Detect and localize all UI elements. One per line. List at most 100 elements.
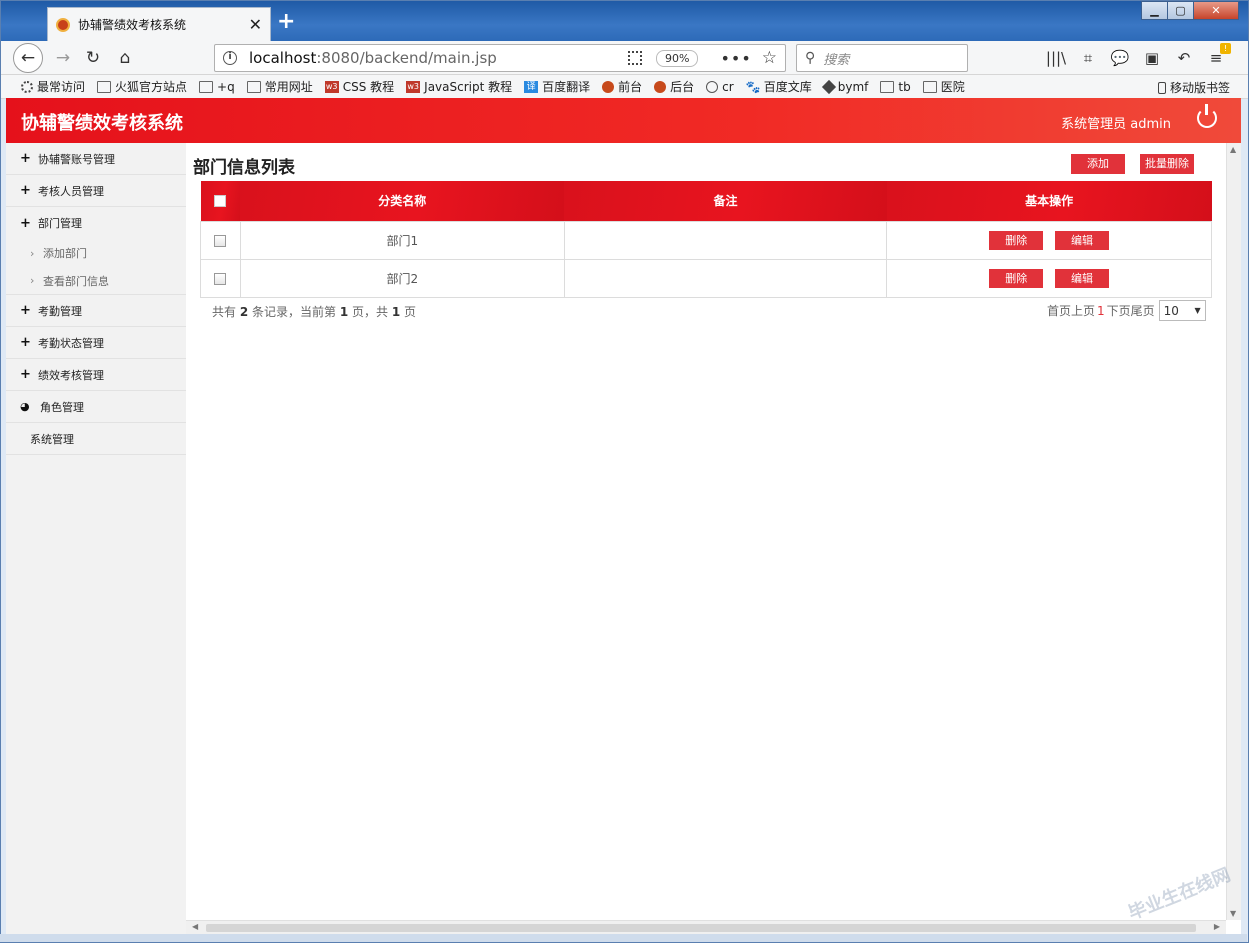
forward-icon[interactable]: →: [49, 45, 77, 71]
sidebar-item-department[interactable]: + 部门管理: [6, 207, 186, 239]
department-remark: [563, 258, 888, 298]
close-tab-icon[interactable]: ✕: [249, 15, 262, 34]
sidebar-subitem-view-department[interactable]: › 查看部门信息: [6, 267, 186, 295]
delete-button[interactable]: 删除: [989, 268, 1044, 288]
menu-icon[interactable]: ≡: [1205, 43, 1231, 71]
logout-power-icon[interactable]: [1197, 104, 1217, 128]
chat-icon[interactable]: 💬: [1109, 45, 1131, 71]
page-size-select[interactable]: 10 ▼: [1158, 300, 1206, 321]
page-actions-icon[interactable]: •••: [720, 49, 751, 68]
browser-tab[interactable]: 协辅警绩效考核系统 ✕: [47, 7, 271, 41]
sidebar-item-performance[interactable]: + 绩效考核管理: [6, 359, 186, 391]
delete-button[interactable]: 删除: [989, 230, 1044, 250]
back-icon[interactable]: ←: [13, 43, 43, 73]
screenshot-icon[interactable]: ⌗: [1077, 45, 1099, 71]
zoom-level[interactable]: 90%: [655, 49, 699, 67]
qr-code-icon[interactable]: [627, 51, 642, 65]
site-info-icon[interactable]: i: [223, 51, 237, 65]
search-placeholder: 搜索: [823, 52, 850, 68]
sidebar-item-attendance[interactable]: + 考勤管理: [6, 295, 186, 327]
sidebar-subitem-add-department[interactable]: › 添加部门: [6, 239, 186, 267]
current-page: 1: [339, 305, 349, 319]
site-favicon-icon: [56, 17, 70, 32]
bookmark-item[interactable]: 译百度翻译: [524, 78, 590, 95]
cube-icon: [821, 79, 836, 94]
reload-icon[interactable]: ↻: [79, 45, 107, 71]
maximize-icon[interactable]: ▢: [1167, 1, 1194, 20]
total-pages: 1: [391, 305, 401, 319]
scroll-thumb[interactable]: [206, 924, 1196, 932]
scroll-right-icon[interactable]: ▶: [1214, 922, 1220, 931]
bookmark-item[interactable]: 最常访问: [21, 78, 85, 95]
edit-button[interactable]: 编辑: [1055, 268, 1110, 288]
bookmark-item[interactable]: 🐾 百度文库: [746, 78, 812, 95]
bookmark-item[interactable]: +q: [199, 80, 235, 94]
column-header-remark: 备注: [564, 181, 887, 221]
search-icon: ⚲: [805, 50, 816, 66]
sidebar-item-roles[interactable]: ◕ 角色管理: [6, 391, 186, 423]
edit-button[interactable]: 编辑: [1055, 230, 1110, 250]
page-title: 部门信息列表: [193, 158, 295, 178]
row-actions: 删除 编辑: [886, 258, 1212, 298]
table-header-row: 分类名称 备注 基本操作: [200, 181, 1212, 221]
app-title: 协辅警绩效考核系统: [21, 113, 183, 134]
chevron-right-icon: ›: [30, 246, 35, 260]
sidebar-item-assessment-staff[interactable]: + 考核人员管理: [6, 175, 186, 207]
library-icon[interactable]: |||\: [1045, 45, 1067, 71]
gear-icon: [21, 80, 33, 93]
page-number[interactable]: 1: [1097, 304, 1105, 318]
red-icon: [654, 80, 667, 93]
window-bottom-edge: [0, 934, 1247, 942]
column-header-actions: 基本操作: [886, 181, 1212, 221]
scroll-up-icon[interactable]: ▲: [1230, 145, 1236, 154]
close-window-icon[interactable]: ✕: [1193, 1, 1239, 20]
folder-icon: [922, 80, 937, 93]
app-page: 协辅警绩效考核系统 系统管理员 admin + 协辅警账号管理 + 考核人员管理 +…: [6, 98, 1241, 934]
bookmark-item[interactable]: w3 CSS 教程: [324, 78, 394, 95]
first-prev-links[interactable]: 首页上页: [1047, 302, 1095, 319]
bookmark-star-icon[interactable]: ☆: [762, 48, 777, 68]
tab-title: 协辅警绩效考核系统: [78, 18, 187, 32]
bookmark-item[interactable]: 常用网址: [246, 78, 313, 95]
undo-icon[interactable]: ↶: [1173, 45, 1195, 71]
sidebar-toggle-icon[interactable]: ▣: [1141, 45, 1163, 71]
bookmark-item[interactable]: cr: [706, 80, 734, 94]
sidebar-item-system[interactable]: 系统管理: [6, 423, 186, 455]
new-tab-icon[interactable]: +: [277, 9, 295, 34]
total-records: 2: [239, 305, 249, 319]
add-button[interactable]: 添加: [1071, 154, 1125, 174]
bookmarks-bar: 最常访问 火狐官方站点 +q 常用网址 w3 CSS 教程 w3 JavaScript 教程译…: [1, 75, 1248, 99]
bookmark-item[interactable]: 火狐官方站点: [97, 78, 187, 95]
scroll-left-icon[interactable]: ◀: [192, 922, 198, 931]
next-last-links[interactable]: 下页尾页: [1107, 302, 1155, 319]
vertical-scrollbar[interactable]: ▲ ▼: [1226, 143, 1241, 920]
row-checkbox[interactable]: [214, 234, 227, 247]
search-bar[interactable]: ⚲ 搜索: [796, 44, 968, 72]
bookmark-item[interactable]: 后台: [654, 78, 694, 95]
dashboard-icon: ◕: [20, 400, 30, 413]
address-bar[interactable]: i localhost:8080/backend/main.jsp 90% ••…: [214, 44, 786, 72]
mobile-bookmarks[interactable]: 移动版书签: [1157, 79, 1230, 96]
row-checkbox[interactable]: [214, 272, 227, 285]
current-user: 系统管理员 admin: [1061, 117, 1171, 132]
batch-delete-button[interactable]: 批量删除: [1140, 154, 1194, 174]
url-text[interactable]: localhost:8080/backend/main.jsp: [249, 49, 628, 67]
bookmark-item[interactable]: tb: [880, 80, 911, 94]
red-icon: [602, 80, 615, 93]
sidebar-item-attendance-status[interactable]: + 考勤状态管理: [6, 327, 186, 359]
minimize-icon[interactable]: ▁: [1141, 1, 1168, 20]
home-icon[interactable]: ⌂: [111, 45, 139, 71]
sidebar: + 协辅警账号管理 + 考核人员管理 + 部门管理 › 添加部门 › 查看部门信息 + 考勤…: [6, 143, 186, 934]
scroll-down-icon[interactable]: ▼: [1230, 909, 1236, 918]
select-all-checkbox[interactable]: [214, 195, 227, 208]
main-content: 部门信息列表 添加 批量删除 分类名称 备注 基本操作 部门1 删除 编辑 部门…: [186, 143, 1226, 920]
pager-nav: 首页上页 1 下页尾页 10 ▼: [1047, 300, 1206, 321]
horizontal-scrollbar[interactable]: ◀ ▶: [186, 920, 1226, 934]
bookmark-item[interactable]: 前台: [602, 78, 642, 95]
chevron-right-icon: ›: [30, 274, 35, 287]
bookmark-item[interactable]: bymf: [821, 79, 868, 94]
sidebar-item-assist-police-accounts[interactable]: + 协辅警账号管理: [6, 143, 186, 175]
bookmark-item[interactable]: 医院: [922, 78, 965, 95]
folder-icon: [199, 80, 214, 93]
bookmark-item[interactable]: w3 JavaScript 教程: [406, 78, 512, 95]
